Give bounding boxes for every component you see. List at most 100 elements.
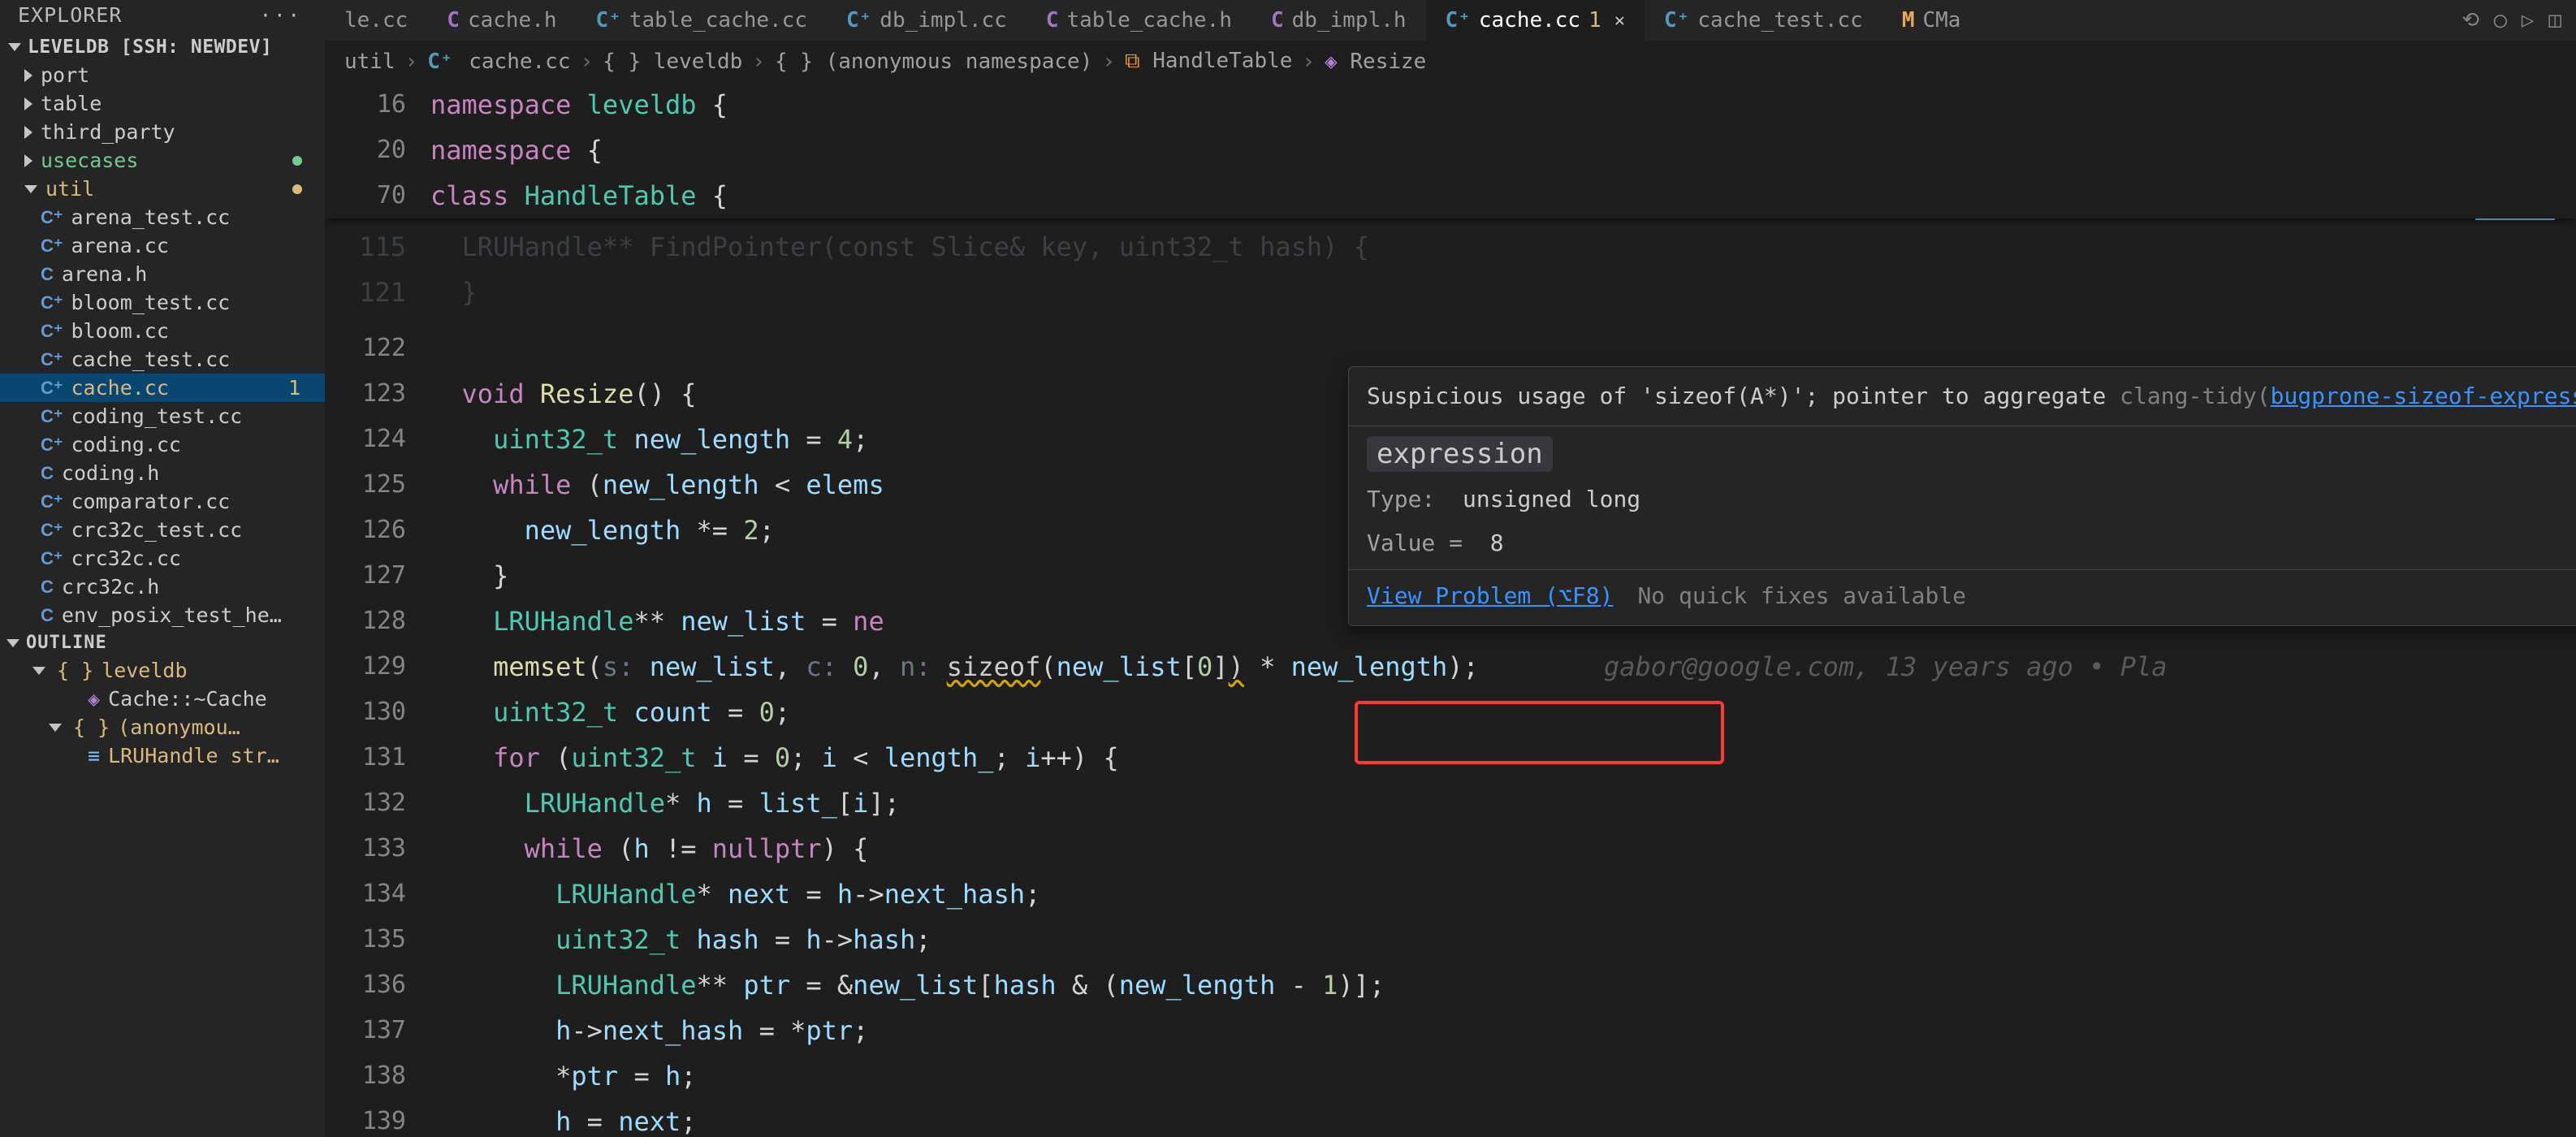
breadcrumb-part[interactable]: ⧉ HandleTable xyxy=(1125,49,1292,74)
split-icon[interactable]: ◫ xyxy=(2548,8,2561,32)
tab-table_cache.h[interactable]: Ctable_cache.h xyxy=(1027,0,1251,41)
problems-badge: 1 xyxy=(288,376,300,400)
file-crc32c.h[interactable]: Ccrc32c.h xyxy=(0,573,325,601)
file-icon: C⁺ xyxy=(41,207,63,228)
tool-name: clang-tidy( xyxy=(2120,383,2270,409)
outline-item[interactable]: { }leveldb xyxy=(0,656,325,685)
tab-table_cache.cc[interactable]: C⁺table_cache.cc xyxy=(577,0,827,41)
no-fixes-text: No quick fixes available xyxy=(1637,578,1966,614)
file-arena.cc[interactable]: C⁺arena.cc xyxy=(0,231,325,260)
code-line-133[interactable]: while (h != nullptr) { xyxy=(430,826,2576,871)
tab-db_impl.cc[interactable]: C⁺db_impl.cc xyxy=(827,0,1027,41)
file-icon: C⁺ xyxy=(427,50,452,74)
code-line-135[interactable]: uint32_t hash = h->hash; xyxy=(430,917,2576,962)
rule-link[interactable]: bugprone-sizeof-expression xyxy=(2271,383,2576,409)
namespace-icon: { } xyxy=(775,50,813,74)
method-icon: ◈ xyxy=(88,687,100,711)
file-icon: C xyxy=(1046,8,1059,32)
chevron-down-icon xyxy=(8,43,21,51)
file-icon: C⁺ xyxy=(41,406,63,427)
file-coding.cc[interactable]: C⁺coding.cc xyxy=(0,430,325,459)
code-line-138[interactable]: *ptr = h; xyxy=(430,1053,2576,1099)
file-arena_test.cc[interactable]: C⁺arena_test.cc xyxy=(0,203,325,231)
breadcrumb[interactable]: util›C⁺ cache.cc›{ } leveldb›{ } (anonym… xyxy=(325,41,2576,82)
file-comparator.cc[interactable]: C⁺comparator.cc xyxy=(0,487,325,516)
explorer-menu-icon[interactable]: ··· xyxy=(255,4,307,27)
folder-table[interactable]: table xyxy=(0,89,325,118)
file-icon: C⁺ xyxy=(41,548,63,569)
folder-util[interactable]: util xyxy=(0,175,325,203)
breadcrumb-part[interactable]: util xyxy=(344,50,395,74)
breadcrumb-part[interactable]: C⁺ cache.cc xyxy=(427,50,570,74)
code-line-139[interactable]: h = next; xyxy=(430,1099,2576,1137)
breadcrumb-part[interactable]: { } (anonymous namespace) xyxy=(775,50,1092,74)
folder-third_party[interactable]: third_party xyxy=(0,118,325,146)
file-crc32c_test.cc[interactable]: C⁺crc32c_test.cc xyxy=(0,516,325,544)
code-line-134[interactable]: LRUHandle* next = h->next_hash; xyxy=(430,871,2576,917)
code-line-137[interactable]: h->next_hash = *ptr; xyxy=(430,1008,2576,1053)
namespace-icon: { } xyxy=(73,715,110,739)
sidebar: EXPLORER ··· LEVELDB [SSH: NEWDEV] portt… xyxy=(0,0,325,1137)
method-icon: ◈ xyxy=(1325,50,1338,74)
code-line-129[interactable]: memset(s: new_list, c: 0, n: sizeof(new_… xyxy=(430,644,2576,690)
file-coding.h[interactable]: Ccoding.h xyxy=(0,459,325,487)
breadcrumb-part[interactable]: { } leveldb xyxy=(603,50,742,74)
file-icon: C⁺ xyxy=(1446,8,1471,32)
status-dot-icon xyxy=(292,184,302,194)
file-icon: C⁺ xyxy=(41,349,63,370)
editor-tabbar: le.ccCcache.hC⁺table_cache.ccC⁺db_impl.c… xyxy=(325,0,2576,41)
chevron-down-icon xyxy=(24,185,37,193)
file-icon: C xyxy=(41,577,54,598)
file-arena.h[interactable]: Carena.h xyxy=(0,260,325,288)
sticky-scroll[interactable]: 16namespace leveldb {20namespace {70clas… xyxy=(325,82,2576,218)
breadcrumb-part[interactable]: ◈ Resize xyxy=(1325,50,1426,74)
outline-item[interactable]: ◈Cache::~Cache xyxy=(0,685,325,713)
run-icon[interactable]: ▷ xyxy=(2522,8,2535,32)
file-icon: M xyxy=(1902,8,1915,32)
class-icon: ⧉ xyxy=(1125,49,1140,73)
file-coding_test.cc[interactable]: C⁺coding_test.cc xyxy=(0,402,325,430)
explorer-header: EXPLORER ··· xyxy=(0,0,325,33)
folder-port[interactable]: port xyxy=(0,61,325,89)
file-crc32c.cc[interactable]: C⁺crc32c.cc xyxy=(0,544,325,573)
file-bloom_test.cc[interactable]: C⁺bloom_test.cc xyxy=(0,288,325,317)
file-cache.cc[interactable]: C⁺cache.cc1 xyxy=(0,374,325,402)
project-title[interactable]: LEVELDB [SSH: NEWDEV] xyxy=(0,33,325,61)
tab-CMa[interactable]: MCMa xyxy=(1882,0,1981,41)
tab-cache.cc[interactable]: C⁺cache.cc 1✕ xyxy=(1426,0,1645,41)
tab-db_impl.h[interactable]: Cdb_impl.h xyxy=(1251,0,1426,41)
compare-icon[interactable]: ⟲ xyxy=(2461,8,2479,32)
tabbar-actions: ⟲ ◯ ▷ ◫ xyxy=(2461,8,2576,32)
tab-cache_test.cc[interactable]: C⁺cache_test.cc xyxy=(1645,0,1882,41)
hover-value: 8 xyxy=(1490,530,1504,556)
close-icon[interactable]: ✕ xyxy=(1614,11,1625,31)
view-problem-link[interactable]: View Problem (⌥F8) xyxy=(1367,578,1613,614)
outline-item[interactable]: ≡LRUHandle str… xyxy=(0,741,325,770)
annotation-box-sizeof xyxy=(1355,701,1724,764)
expr-chip: expression xyxy=(1367,436,1553,472)
file-icon: C xyxy=(447,8,460,32)
git-icon[interactable]: ◯ xyxy=(2494,8,2507,32)
code-line-132[interactable]: LRUHandle* h = list_[i]; xyxy=(430,780,2576,826)
file-icon: C⁺ xyxy=(596,8,621,32)
code-line-122[interactable] xyxy=(430,326,2576,371)
tab-cache.h[interactable]: Ccache.h xyxy=(427,0,576,41)
chevron-right-icon xyxy=(24,69,32,82)
code-line-136[interactable]: LRUHandle** ptr = &new_list[hash & (new_… xyxy=(430,962,2576,1008)
file-icon: C⁺ xyxy=(846,8,871,32)
file-icon: C⁺ xyxy=(41,321,63,342)
modified-badge: 1 xyxy=(1588,8,1601,32)
file-icon: C xyxy=(41,463,54,484)
file-bloom.cc[interactable]: C⁺bloom.cc xyxy=(0,317,325,345)
file-env_posix_test_he…[interactable]: Cenv_posix_test_he… xyxy=(0,601,325,629)
hover-type-value: unsigned long xyxy=(1463,486,1640,512)
chevron-right-icon xyxy=(24,97,32,110)
outline-header[interactable]: OUTLINE xyxy=(0,629,325,656)
git-blame: gabor@google.com, 13 years ago • Pla xyxy=(1604,651,2168,682)
tab-le.cc[interactable]: le.cc xyxy=(325,0,427,41)
editor-body[interactable]: 16namespace leveldb {20namespace {70clas… xyxy=(325,82,2576,1137)
warning-text: Suspicious usage of 'sizeof(A*)'; pointe… xyxy=(1367,383,2106,409)
file-cache_test.cc[interactable]: C⁺cache_test.cc xyxy=(0,345,325,374)
folder-usecases[interactable]: usecases xyxy=(0,146,325,175)
outline-item[interactable]: { }(anonymou… xyxy=(0,713,325,741)
